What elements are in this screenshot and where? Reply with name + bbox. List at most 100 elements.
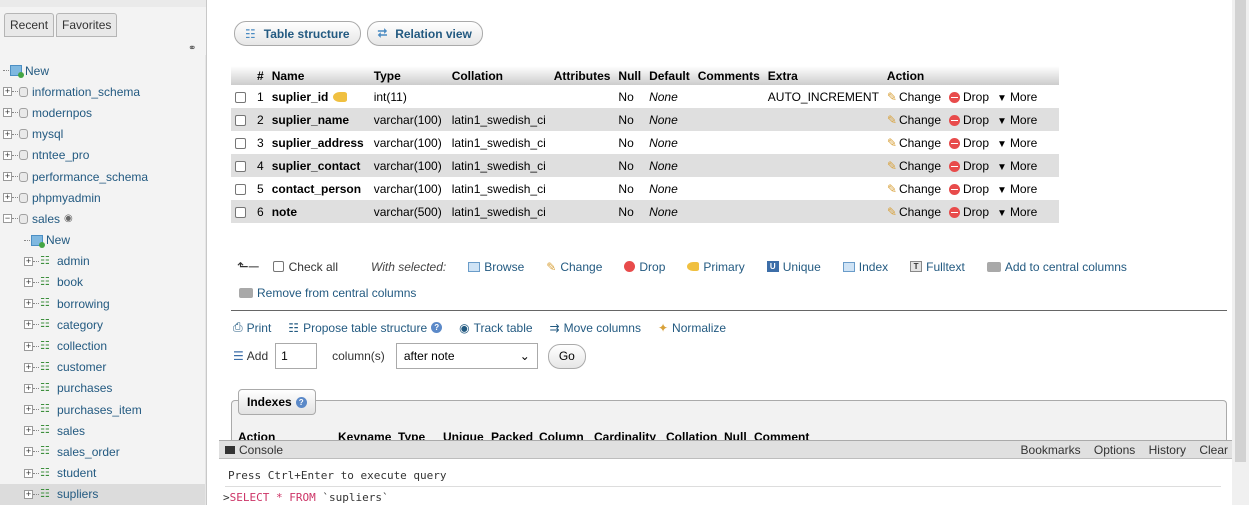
nav-item-label[interactable]: New xyxy=(25,64,49,78)
console-options-link[interactable]: Options xyxy=(1094,443,1135,457)
nav-item-label[interactable]: information_schema xyxy=(32,85,140,99)
expand-icon[interactable]: + xyxy=(3,87,12,97)
expand-icon[interactable]: + xyxy=(24,362,33,372)
column-count-input[interactable] xyxy=(275,343,318,369)
expand-icon[interactable]: + xyxy=(3,193,12,203)
row-checkbox[interactable] xyxy=(235,91,246,103)
nav-item-admin[interactable]: + ☷ admin xyxy=(0,251,205,272)
more-link[interactable]: ▼ More xyxy=(989,90,1037,104)
expand-icon[interactable]: + xyxy=(24,299,33,309)
nav-item-borrowing[interactable]: + ☷ borrowing xyxy=(0,293,205,314)
row-checkbox[interactable] xyxy=(235,137,246,149)
check-all-label[interactable]: Check all xyxy=(289,260,338,274)
nav-item-sales[interactable]: − sales ◉ xyxy=(0,208,205,229)
remove-central-button[interactable]: Remove from central columns xyxy=(239,286,416,300)
nav-item-student[interactable]: + ☷ student xyxy=(0,463,205,484)
expand-icon[interactable]: + xyxy=(24,320,33,330)
move-columns-link[interactable]: ⇉ Move columns xyxy=(550,321,641,335)
nav-item-book[interactable]: + ☷ book xyxy=(0,272,205,293)
more-link[interactable]: ▼ More xyxy=(989,182,1037,196)
nav-item-label[interactable]: collection xyxy=(57,339,107,353)
nav-item-label[interactable]: New xyxy=(46,233,70,247)
row-checkbox[interactable] xyxy=(235,160,246,172)
nav-item-purchases[interactable]: + ☷ purchases xyxy=(0,378,205,399)
relation-view-button[interactable]: ⮂ Relation view xyxy=(366,21,483,46)
drop-link[interactable]: Drop xyxy=(941,90,989,104)
console-history-link[interactable]: History xyxy=(1149,443,1186,457)
expand-icon[interactable]: + xyxy=(3,129,12,139)
nav-item-label[interactable]: mysql xyxy=(32,127,63,141)
nav-item-purchases-item[interactable]: + ☷ purchases_item xyxy=(0,399,205,420)
nav-item-ntntee-pro[interactable]: + ntntee_pro xyxy=(0,145,205,166)
table-structure-button[interactable]: ☷ Table structure xyxy=(234,21,361,46)
console-clear-link[interactable]: Clear xyxy=(1199,443,1228,457)
col-header-name[interactable]: Name xyxy=(267,66,370,85)
nav-item-mysql[interactable]: + mysql xyxy=(0,124,205,145)
nav-item-label[interactable]: supliers xyxy=(57,487,98,501)
nav-item-New[interactable]: New xyxy=(0,230,205,251)
nav-item-label[interactable]: sales xyxy=(57,424,85,438)
expand-icon[interactable]: + xyxy=(24,489,33,499)
console-bookmarks-link[interactable]: Bookmarks xyxy=(1021,443,1081,457)
change-link[interactable]: ✎ Change xyxy=(887,90,941,104)
propose-structure-link[interactable]: ☷ Propose table structure? xyxy=(288,321,443,335)
expand-icon[interactable]: + xyxy=(24,426,33,436)
row-checkbox[interactable] xyxy=(235,114,246,126)
nav-item-information-schema[interactable]: + information_schema xyxy=(0,81,205,102)
nav-item-label[interactable]: customer xyxy=(57,360,106,374)
help-icon[interactable]: ? xyxy=(431,322,443,333)
expand-icon[interactable]: + xyxy=(24,277,33,287)
nav-item-label[interactable]: borrowing xyxy=(57,297,110,311)
expand-icon[interactable]: + xyxy=(24,405,33,415)
row-checkbox[interactable] xyxy=(235,206,246,218)
drop-link[interactable]: Drop xyxy=(941,113,989,127)
nav-item-sales[interactable]: + ☷ sales xyxy=(0,420,205,441)
expand-icon[interactable]: + xyxy=(24,256,33,266)
console-query[interactable]: >SELECT * FROM `supliers` xyxy=(223,491,389,504)
page-scrollbar[interactable] xyxy=(1232,0,1249,505)
drop-link[interactable]: Drop xyxy=(941,182,989,196)
nav-item-label[interactable]: category xyxy=(57,318,103,332)
more-link[interactable]: ▼ More xyxy=(989,205,1037,219)
nav-item-label[interactable]: performance_schema xyxy=(32,170,148,184)
nav-item-label[interactable]: sales_order xyxy=(57,445,120,459)
nav-item-customer[interactable]: + ☷ customer xyxy=(0,357,205,378)
nav-item-modernpos[interactable]: + modernpos xyxy=(0,102,205,123)
more-link[interactable]: ▼ More xyxy=(989,159,1037,173)
nav-item-New[interactable]: New xyxy=(0,60,205,81)
nav-item-supliers[interactable]: + ☷ supliers xyxy=(0,483,205,505)
go-button[interactable]: Go xyxy=(547,343,586,369)
check-all-checkbox[interactable] xyxy=(272,261,284,272)
change-link[interactable]: ✎ Change xyxy=(887,113,941,127)
expand-icon[interactable]: + xyxy=(3,108,12,118)
page-scrollbar-thumb[interactable] xyxy=(1235,0,1246,462)
expand-icon[interactable]: + xyxy=(24,447,33,457)
collapse-icon[interactable]: − xyxy=(3,214,12,224)
nav-item-performance-schema[interactable]: + performance_schema xyxy=(0,166,205,187)
nav-item-label[interactable]: purchases_item xyxy=(57,403,142,417)
nav-item-label[interactable]: student xyxy=(57,466,96,480)
nav-item-collection[interactable]: + ☷ collection xyxy=(0,335,205,356)
tab-recent[interactable]: Recent xyxy=(4,13,55,37)
indexes-help-icon[interactable]: ? xyxy=(295,396,307,408)
drop-link[interactable]: Drop xyxy=(941,136,989,150)
more-link[interactable]: ▼ More xyxy=(989,136,1037,150)
expand-icon[interactable]: + xyxy=(3,150,12,160)
browse-button[interactable]: Browse xyxy=(468,260,524,274)
nav-item-sales-order[interactable]: + ☷ sales_order xyxy=(0,441,205,462)
nav-item-label[interactable]: purchases xyxy=(57,381,112,395)
nav-scrollbar[interactable] xyxy=(205,55,206,505)
index-button[interactable]: Index xyxy=(842,260,888,274)
change-link[interactable]: ✎ Change xyxy=(887,136,941,150)
drop-selected-button[interactable]: Drop xyxy=(624,260,665,274)
nav-item-label[interactable]: phpmyadmin xyxy=(32,191,101,205)
nav-item-label[interactable]: sales xyxy=(32,212,60,226)
print-link[interactable]: ⎙ Print xyxy=(233,320,271,335)
nav-item-label[interactable]: admin xyxy=(57,254,90,268)
nav-item-label[interactable]: ntntee_pro xyxy=(32,148,89,162)
tab-favorites[interactable]: Favorites xyxy=(56,13,118,37)
console-title[interactable]: Console xyxy=(239,443,283,457)
nav-item-category[interactable]: + ☷ category xyxy=(0,314,205,335)
primary-button[interactable]: Primary xyxy=(687,260,745,274)
expand-icon[interactable]: + xyxy=(24,468,33,478)
